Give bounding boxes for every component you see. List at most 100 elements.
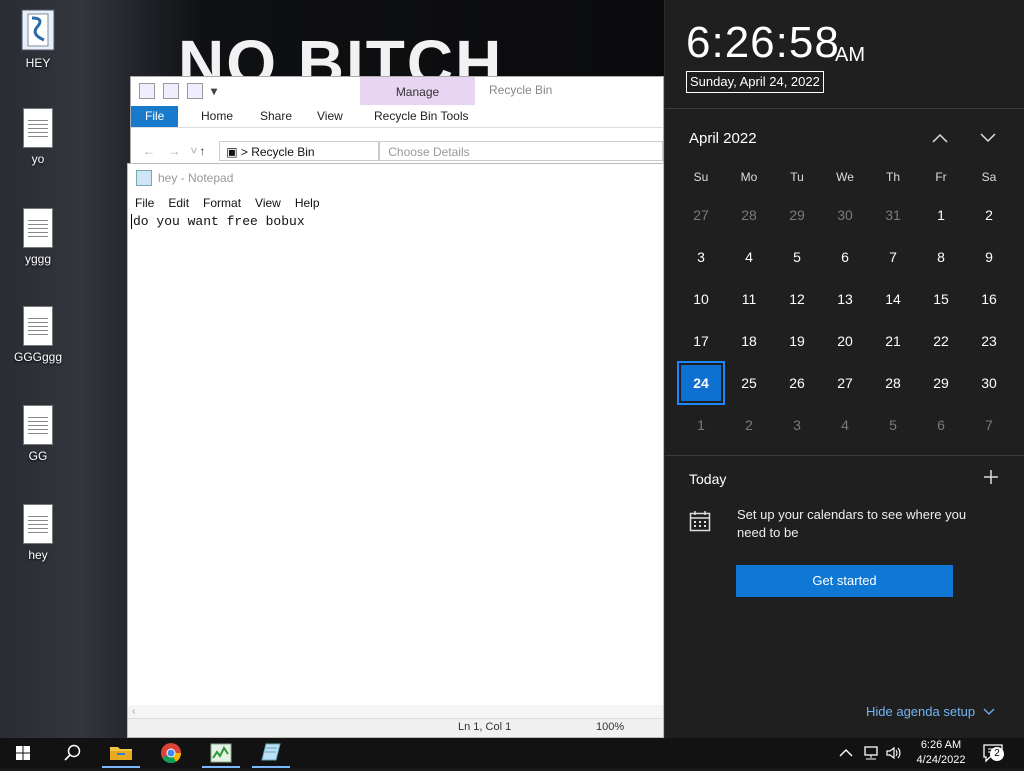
calendar-day-number: 1 <box>697 417 705 433</box>
calendar-day[interactable]: 28 <box>869 362 917 404</box>
calendar-day[interactable]: 31 <box>869 194 917 236</box>
customize-toolbar-icon[interactable]: ▾ <box>211 84 217 98</box>
today-label: Today <box>689 471 727 487</box>
menu-help[interactable]: Help <box>288 194 327 212</box>
ribbon-tabs: File Home Share View Recycle Bin Tools <box>131 106 663 128</box>
choose-details-field[interactable]: Choose Details <box>379 141 663 161</box>
taskbar-file-explorer[interactable] <box>98 738 144 768</box>
hide-agenda-link[interactable]: Hide agenda setup <box>866 704 995 719</box>
calendar-day[interactable]: 1 <box>677 404 725 446</box>
desktop-icon-hey-bat[interactable]: HEY <box>0 8 76 70</box>
desktop-icon-hey[interactable]: hey <box>0 504 76 562</box>
notification-count-badge: 2 <box>990 747 1004 761</box>
text-file-icon <box>23 405 53 445</box>
calendar-day[interactable]: 11 <box>725 278 773 320</box>
calendar-day[interactable]: 28 <box>725 194 773 236</box>
task-manager-icon <box>210 743 232 763</box>
tab-manage[interactable]: Manage <box>360 77 475 105</box>
tab-view[interactable]: View <box>303 106 357 127</box>
calendar-day[interactable]: 25 <box>725 362 773 404</box>
calendar-day[interactable]: 23 <box>965 320 1013 362</box>
calendar-day[interactable]: 12 <box>773 278 821 320</box>
calendar-day[interactable]: 16 <box>965 278 1013 320</box>
calendar-day-number: 3 <box>697 249 705 265</box>
desktop-icon-gg[interactable]: GG <box>0 405 76 463</box>
calendar-day[interactable]: 3 <box>773 404 821 446</box>
calendar-day[interactable]: 21 <box>869 320 917 362</box>
notepad-title-bar[interactable]: hey - Notepad <box>136 170 233 186</box>
tab-share[interactable]: Share <box>246 106 306 127</box>
calendar-day[interactable]: 26 <box>773 362 821 404</box>
taskbar-notepad[interactable] <box>248 738 294 768</box>
calendar-day-today[interactable]: 24 <box>677 361 725 405</box>
quick-access-toolbar[interactable]: ▾ <box>139 83 217 99</box>
calendar-day[interactable]: 7 <box>869 236 917 278</box>
calendar-day[interactable]: 30 <box>821 194 869 236</box>
notepad-window[interactable]: hey - Notepad File Edit Format View Help… <box>127 163 664 738</box>
calendar-day[interactable]: 5 <box>869 404 917 446</box>
chevron-up-icon[interactable] <box>925 122 955 152</box>
menu-view[interactable]: View <box>248 194 288 212</box>
desktop-icon-yo[interactable]: yo <box>0 108 76 166</box>
text-file-icon <box>23 306 53 346</box>
tab-file[interactable]: File <box>131 106 179 127</box>
calendar-day[interactable]: 4 <box>821 404 869 446</box>
network-icon[interactable] <box>862 745 880 764</box>
desktop-icon-yggg[interactable]: yggg <box>0 208 76 266</box>
calendar-day[interactable]: 6 <box>917 404 965 446</box>
tray-overflow-icon[interactable] <box>838 745 854 764</box>
start-button[interactable] <box>0 738 46 768</box>
calendar-day[interactable]: 13 <box>821 278 869 320</box>
calendar-day[interactable]: 18 <box>725 320 773 362</box>
calendar-day[interactable]: 9 <box>965 236 1013 278</box>
chevron-down-icon[interactable] <box>973 122 1003 152</box>
add-event-icon[interactable] <box>983 465 999 491</box>
up-arrow-icon[interactable]: ↑ <box>199 144 215 158</box>
calendar-day[interactable]: 2 <box>965 194 1013 236</box>
calendar-day[interactable]: 19 <box>773 320 821 362</box>
calendar-day[interactable]: 5 <box>773 236 821 278</box>
calendar-day[interactable]: 2 <box>725 404 773 446</box>
calendar-day[interactable]: 3 <box>677 236 725 278</box>
desktop-icon-gggggg[interactable]: GGGggg <box>0 306 76 364</box>
calendar-day[interactable]: 14 <box>869 278 917 320</box>
calendar-day[interactable]: 27 <box>821 362 869 404</box>
calendar-day[interactable]: 29 <box>773 194 821 236</box>
calendar-day-number: 5 <box>889 417 897 433</box>
calendar-day[interactable]: 30 <box>965 362 1013 404</box>
calendar-day[interactable]: 6 <box>821 236 869 278</box>
taskbar-task-manager[interactable] <box>198 738 244 768</box>
get-started-button[interactable]: Get started <box>736 565 953 597</box>
taskbar-chrome[interactable] <box>148 738 194 768</box>
properties-icon[interactable] <box>163 83 179 99</box>
calendar-day[interactable]: 1 <box>917 194 965 236</box>
tab-recycle-bin-tools[interactable]: Recycle Bin Tools <box>360 106 483 127</box>
calendar-day[interactable]: 17 <box>677 320 725 362</box>
calendar-day[interactable]: 22 <box>917 320 965 362</box>
back-forward-icon[interactable]: ← → ˅ <box>143 144 197 158</box>
menu-file[interactable]: File <box>128 194 161 212</box>
volume-icon[interactable] <box>885 745 903 764</box>
clock-date-link[interactable]: Sunday, April 24, 2022 <box>686 71 824 93</box>
horizontal-scrollbar[interactable]: ‹ <box>128 705 663 719</box>
calendar-day[interactable]: 10 <box>677 278 725 320</box>
calendar-day[interactable]: 15 <box>917 278 965 320</box>
menu-format[interactable]: Format <box>196 194 248 212</box>
calendar-day[interactable]: 7 <box>965 404 1013 446</box>
weekday-label: Sa <box>981 170 997 184</box>
calendar-day[interactable]: 20 <box>821 320 869 362</box>
calendar-day[interactable]: 4 <box>725 236 773 278</box>
explorer-window[interactable]: ▾ Manage Recycle Bin File Home Share Vie… <box>130 76 664 168</box>
menu-edit[interactable]: Edit <box>161 194 196 212</box>
tab-home[interactable]: Home <box>187 106 247 127</box>
calendar-day[interactable]: 8 <box>917 236 965 278</box>
notepad-text-area[interactable]: do you want free bobux <box>131 214 305 229</box>
address-path[interactable]: ▣ > Recycle Bin <box>219 141 380 161</box>
search-button[interactable] <box>50 738 94 768</box>
calendar-day[interactable]: 27 <box>677 194 725 236</box>
month-label[interactable]: April 2022 <box>689 130 757 147</box>
taskbar-clock[interactable]: 6:26 AM 4/24/2022 <box>908 738 974 768</box>
calendar-day-number: 20 <box>837 333 853 349</box>
calendar-day[interactable]: 29 <box>917 362 965 404</box>
new-folder-icon[interactable] <box>187 83 203 99</box>
